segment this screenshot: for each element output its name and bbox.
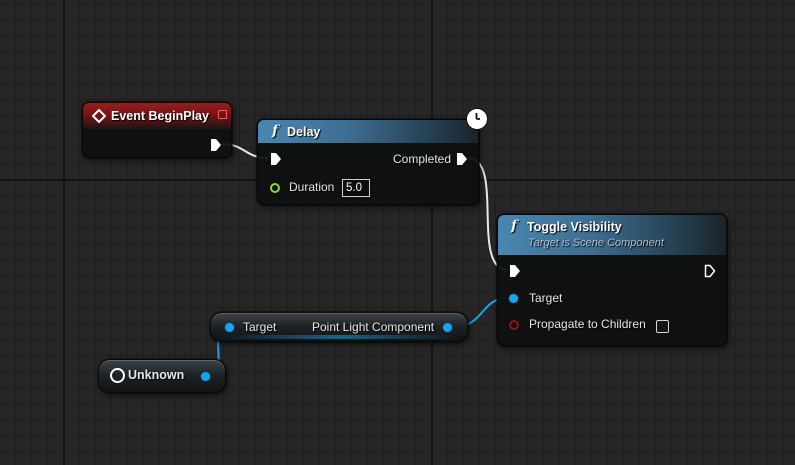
- unknown-label: Unknown: [128, 368, 185, 382]
- getter-accent-glow: [221, 335, 457, 339]
- unknown-node[interactable]: Unknown: [98, 359, 226, 393]
- toggle-propagate-pin[interactable]: [509, 320, 519, 330]
- propagate-to-children-checkbox[interactable]: [656, 320, 669, 333]
- toggle-propagate-label: Propagate to Children: [529, 317, 646, 331]
- event-diamond-icon: [92, 109, 106, 123]
- toggle-exec-in-pin[interactable]: [509, 264, 521, 278]
- delay-header[interactable]: f Delay: [258, 120, 478, 143]
- event-beginplay-node[interactable]: Event BeginPlay: [82, 102, 232, 158]
- unknown-ring-icon: [110, 368, 125, 383]
- getter-output-pin[interactable]: [443, 323, 452, 332]
- toggle-target-label: Target: [529, 291, 563, 305]
- delay-duration-label: Duration: [289, 180, 335, 194]
- event-beginplay-header[interactable]: Event BeginPlay: [83, 103, 231, 129]
- delay-title: Delay: [287, 125, 321, 139]
- delay-completed-label: Completed: [393, 152, 452, 166]
- toggle-visibility-header[interactable]: f Toggle Visibility Target is Scene Comp…: [498, 215, 726, 255]
- unknown-output-pin[interactable]: [201, 372, 210, 381]
- toggle-visibility-subtitle: Target is Scene Component: [528, 237, 664, 249]
- getter-target-label: Target: [243, 320, 277, 334]
- delegate-square-icon[interactable]: [218, 110, 227, 119]
- toggle-target-pin[interactable]: [509, 294, 518, 303]
- point-light-getter-node[interactable]: Target Point Light Component: [210, 312, 468, 342]
- delay-exec-in-pin[interactable]: [270, 152, 282, 166]
- event-beginplay-title: Event BeginPlay: [111, 109, 209, 123]
- delay-completed-pin[interactable]: [456, 152, 468, 166]
- getter-output-label: Point Light Component: [312, 320, 435, 334]
- function-icon: f: [272, 123, 279, 139]
- delay-duration-input[interactable]: 5.0: [342, 179, 370, 197]
- function-icon: f: [511, 218, 518, 234]
- getter-target-pin[interactable]: [225, 323, 234, 332]
- delay-duration-pin[interactable]: [270, 183, 280, 193]
- delay-node[interactable]: f Delay Completed Duration 5.0: [257, 119, 479, 205]
- exec-out-pin[interactable]: [210, 138, 222, 152]
- toggle-exec-out-pin[interactable]: [704, 264, 716, 278]
- clock-icon: [466, 108, 488, 130]
- toggle-visibility-title: Toggle Visibility: [527, 220, 622, 234]
- toggle-visibility-node[interactable]: f Toggle Visibility Target is Scene Comp…: [497, 214, 727, 346]
